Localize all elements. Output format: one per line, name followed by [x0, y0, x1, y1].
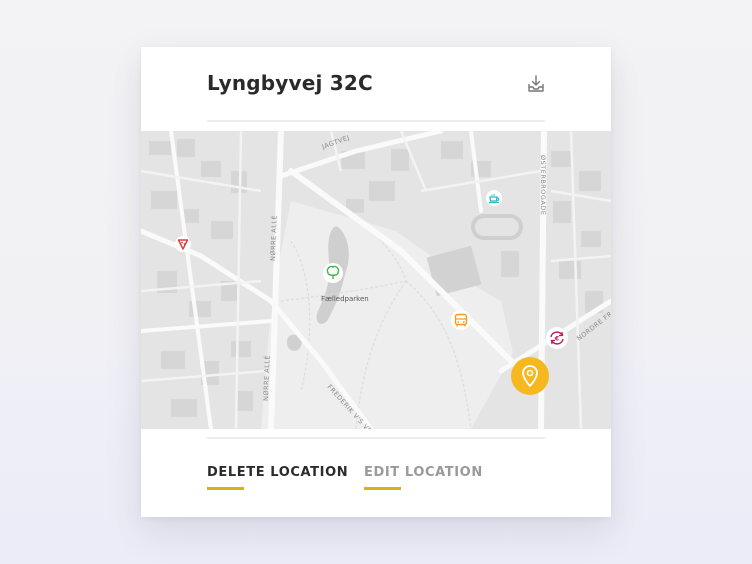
- footer-divider: [207, 437, 545, 439]
- card-header: Lyngbyvej 32C: [207, 69, 545, 122]
- selected-location-marker[interactable]: [511, 357, 549, 395]
- street-label-norre-alle: NØRRE ALLÉ: [268, 215, 279, 261]
- location-title: Lyngbyvej 32C: [207, 71, 373, 95]
- poi-pizza[interactable]: [175, 236, 191, 252]
- download-tray-icon: [528, 75, 544, 92]
- poi-coffee[interactable]: [486, 190, 502, 206]
- delete-location-underline: [207, 487, 244, 490]
- poi-park-tree[interactable]: [323, 263, 343, 283]
- delete-location-button[interactable]: DELETE LOCATION: [207, 465, 349, 490]
- delete-location-label: DELETE LOCATION: [207, 465, 349, 480]
- location-card: Lyngbyvej 32C JAGTVEJ NØRRE ALLÉ ØSTERBR…: [141, 47, 611, 517]
- park-label: Fælledparken: [321, 295, 369, 303]
- edit-location-underline: [364, 487, 401, 490]
- map-view[interactable]: JAGTVEJ NØRRE ALLÉ ØSTERBROGADE NORDRE F…: [141, 131, 611, 429]
- svg-text:€: €: [554, 335, 560, 343]
- street-label-vertical-left: NØRRE ALLÉ: [261, 355, 272, 401]
- edit-location-label: EDIT LOCATION: [364, 465, 483, 480]
- download-button[interactable]: [527, 74, 545, 94]
- poi-currency-exchange[interactable]: €: [546, 327, 568, 349]
- edit-location-button[interactable]: EDIT LOCATION: [364, 465, 483, 490]
- street-label-osterbrogade: ØSTERBROGADE: [539, 155, 547, 216]
- poi-bus[interactable]: [451, 310, 471, 330]
